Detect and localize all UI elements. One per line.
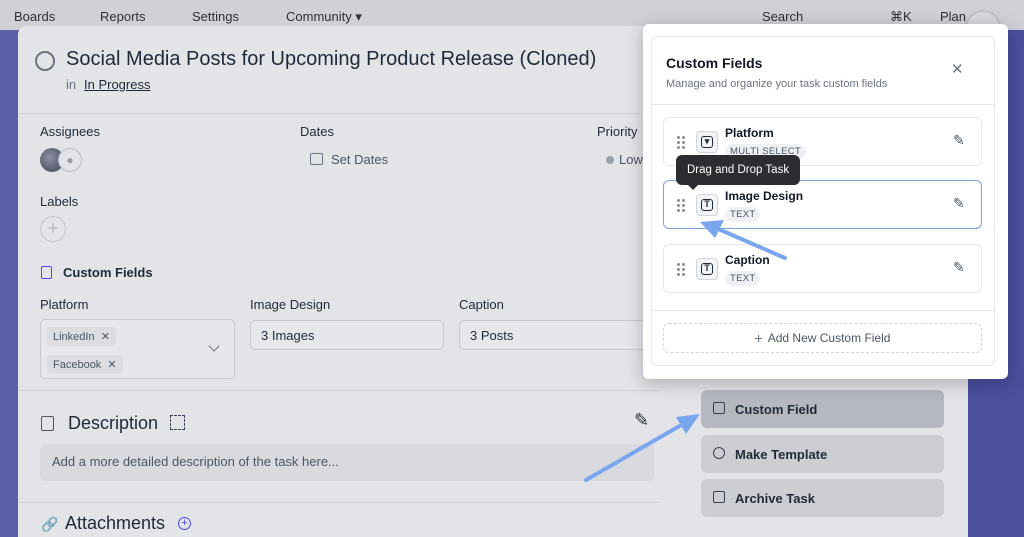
text-type-icon: T xyxy=(696,258,718,280)
image-design-value: 3 Images xyxy=(261,328,315,343)
drag-drop-tooltip: Drag and Drop Task xyxy=(676,155,801,190)
custom-field-name: Caption xyxy=(725,253,770,267)
description-title: Description xyxy=(68,413,159,433)
add-assignee-icon[interactable]: ● xyxy=(58,148,82,172)
custom-field-item[interactable]: T Image Design TEXT ✎ xyxy=(663,180,982,229)
custom-field-label: Custom Field xyxy=(735,401,818,417)
platform-chip: LinkedIn ✕ xyxy=(47,327,116,346)
assignees-label: Assignees xyxy=(40,124,100,139)
archive-icon xyxy=(713,491,725,503)
divider xyxy=(18,502,658,503)
add-custom-field-label: Add New Custom Field xyxy=(767,331,891,345)
custom-fields-title: Custom Fields xyxy=(63,265,153,280)
close-icon[interactable]: ✕ xyxy=(951,62,964,77)
description-placeholder: Add a more detailed description of the t… xyxy=(52,454,339,469)
archive-task-label: Archive Task xyxy=(735,490,815,506)
popover-subtitle: Manage and organize your task custom fie… xyxy=(666,78,888,90)
labels-label: Labels xyxy=(40,194,79,209)
divider xyxy=(652,104,994,105)
make-template-label: Make Template xyxy=(735,446,828,462)
custom-field-name: Platform xyxy=(725,126,774,140)
drag-handle-icon[interactable] xyxy=(676,198,686,212)
custom-field-item[interactable]: T Caption TEXT ✎ xyxy=(663,244,982,293)
priority-value[interactable]: Low xyxy=(619,152,643,167)
nav-search[interactable]: Search xyxy=(762,9,803,24)
custom-field-type: TEXT xyxy=(725,271,761,286)
divider xyxy=(652,310,994,311)
custom-field-name: Image Design xyxy=(725,189,804,203)
drag-handle-icon[interactable] xyxy=(676,262,686,276)
edit-pencil-icon[interactable]: ✎ xyxy=(953,195,965,212)
edit-pencil-icon[interactable]: ✎ xyxy=(634,410,649,431)
document-icon xyxy=(41,416,54,431)
calendar-icon xyxy=(310,153,323,165)
popover-title: Custom Fields xyxy=(666,55,763,71)
drag-handle-icon[interactable] xyxy=(676,135,686,149)
add-attachment-icon[interactable]: + xyxy=(178,517,191,530)
set-dates-button[interactable]: Set Dates xyxy=(331,152,388,167)
list-icon xyxy=(713,402,725,414)
add-custom-field-button[interactable]: + Add New Custom Field xyxy=(663,323,982,353)
caption-value: 3 Posts xyxy=(470,328,514,343)
custom-fields-popover: Custom Fields Manage and organize your t… xyxy=(643,24,1008,379)
caption-label: Caption xyxy=(459,297,504,312)
attachments-title: Attachments xyxy=(65,513,166,533)
edit-pencil-icon[interactable]: ✎ xyxy=(953,132,965,149)
task-title[interactable]: Social Media Posts for Upcoming Product … xyxy=(66,48,596,71)
background-board xyxy=(0,30,18,537)
plus-circle-icon xyxy=(713,447,725,459)
edit-pencil-icon[interactable]: ✎ xyxy=(953,259,965,276)
custom-field-type: TEXT xyxy=(725,207,761,222)
status-link[interactable]: In Progress xyxy=(84,77,150,92)
nav-community[interactable]: Community ▾ xyxy=(286,9,362,25)
archive-task-button[interactable]: Archive Task xyxy=(701,479,944,517)
divider xyxy=(18,390,658,391)
image-design-label: Image Design xyxy=(250,297,331,312)
platform-label: Platform xyxy=(40,297,89,312)
text-type-icon: T xyxy=(696,194,718,216)
select-icon: ▾ xyxy=(696,131,718,153)
in-prefix: in xyxy=(66,77,77,92)
make-template-button[interactable]: Make Template xyxy=(701,435,944,473)
priority-label: Priority xyxy=(597,124,638,139)
custom-fields-icon xyxy=(41,266,52,279)
nav-reports[interactable]: Reports xyxy=(100,9,146,24)
paperclip-icon: 🔗 xyxy=(41,516,59,532)
nav-boards[interactable]: Boards xyxy=(14,9,55,24)
nav-settings[interactable]: Settings xyxy=(192,9,239,24)
nav-shortcut: ⌘K xyxy=(890,9,912,24)
task-status-circle[interactable] xyxy=(35,51,55,71)
dates-label: Dates xyxy=(300,124,334,139)
priority-dot-icon xyxy=(606,156,614,164)
plus-icon: + xyxy=(754,330,763,346)
platform-chip: Facebook ✕ xyxy=(47,355,123,374)
nav-plan[interactable]: Plan xyxy=(940,9,966,24)
custom-field-button[interactable]: Custom Field xyxy=(701,390,944,428)
expand-icon[interactable] xyxy=(170,415,185,430)
add-label-button[interactable]: + xyxy=(40,216,66,242)
